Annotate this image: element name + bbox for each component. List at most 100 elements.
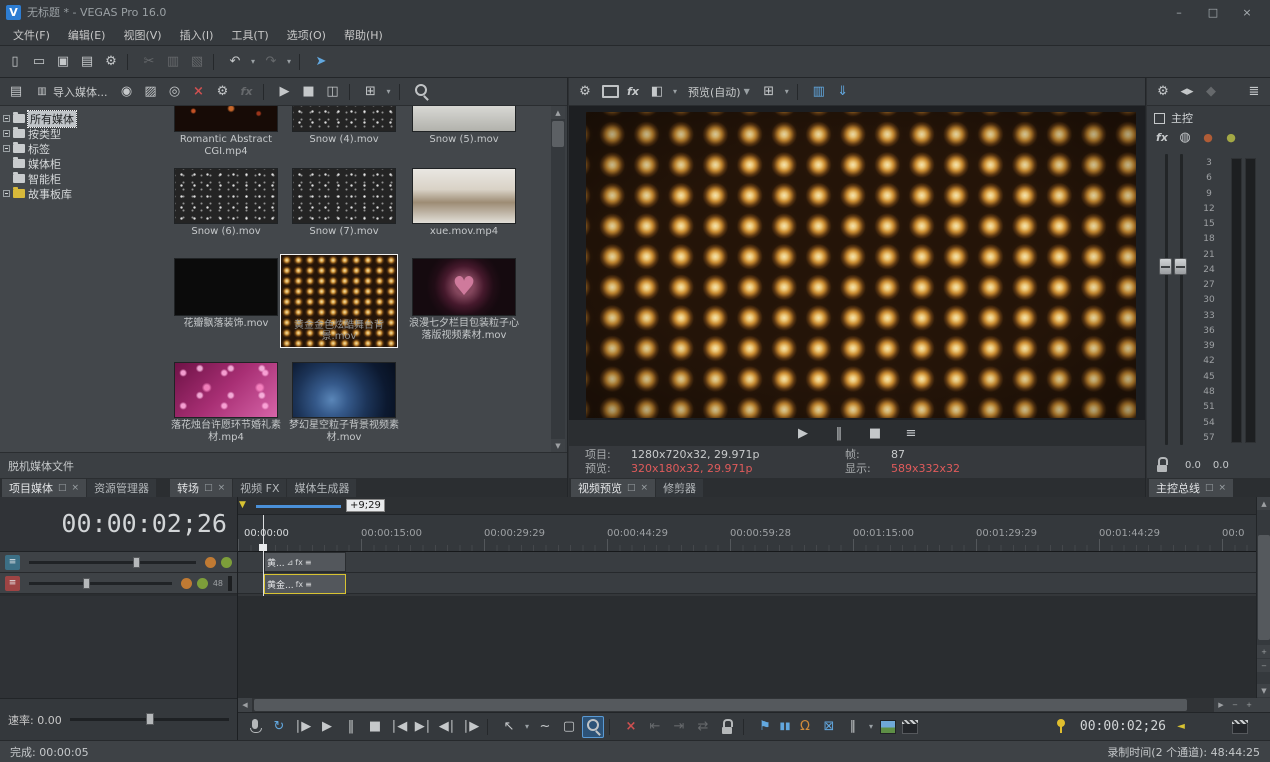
track-icon[interactable]: ≡ bbox=[5, 555, 20, 570]
transport-slip-trim[interactable]: ⇄ bbox=[692, 716, 714, 738]
menu-item[interactable]: 编辑(E) bbox=[59, 24, 115, 46]
menu-item[interactable]: 插入(I) bbox=[171, 24, 223, 46]
media-item[interactable]: xue.mov.mp4 bbox=[408, 168, 520, 238]
expand-icon[interactable] bbox=[3, 145, 10, 152]
track-lane-2[interactable] bbox=[238, 573, 1256, 594]
event-menu-icon[interactable]: ≡ bbox=[305, 558, 312, 567]
transport-go-to-end[interactable]: ▶∣ bbox=[412, 716, 434, 738]
transport-envelope-edit-tool[interactable]: ~ bbox=[534, 716, 556, 738]
playhead[interactable] bbox=[263, 515, 264, 596]
media-icon-extract-audio[interactable]: ◎ bbox=[164, 81, 186, 103]
transport-snapping-dropdown[interactable]: ▾ bbox=[866, 716, 876, 738]
transport-snapping[interactable]: ∥ bbox=[842, 716, 864, 738]
preview-transport-stop-button[interactable]: ■ bbox=[864, 422, 886, 444]
master-toolbar-icon-downmix-output[interactable]: ◂▸ bbox=[1176, 81, 1198, 103]
media-icon-remove-media[interactable]: × bbox=[188, 81, 210, 103]
timeline-hscrollbar[interactable]: ◀ ▶ − + bbox=[238, 698, 1256, 712]
tree-item[interactable]: 标签 bbox=[0, 141, 112, 156]
loop-marker-icon[interactable]: ▼ bbox=[239, 500, 246, 510]
scroll-up-icon[interactable]: ▲ bbox=[551, 106, 565, 119]
tab-transitions[interactable]: 转场 □ × bbox=[170, 479, 232, 497]
pan-crop-icon[interactable]: ⊿ bbox=[287, 558, 294, 567]
toolbar-icon-redo[interactable]: ↷ bbox=[260, 51, 282, 73]
zoom-out-icon[interactable]: − bbox=[1228, 698, 1242, 712]
track-icon[interactable]: ≡ bbox=[5, 576, 20, 591]
tab-float-icon[interactable]: □ bbox=[627, 483, 636, 493]
event-fx-icon[interactable]: fx bbox=[295, 558, 303, 567]
track-header-2[interactable]: ≡ 48 bbox=[0, 573, 237, 594]
zoom-in-icon[interactable]: + bbox=[1242, 698, 1256, 712]
slider-handle[interactable] bbox=[133, 557, 140, 568]
lock-icon[interactable] bbox=[1151, 454, 1173, 476]
cursor-time-display[interactable]: 00:00:02;26 bbox=[61, 509, 227, 538]
zoom-in-icon[interactable]: + bbox=[1257, 645, 1270, 658]
toolbar-icon-interactive-tutorials[interactable]: ➤ bbox=[310, 51, 332, 73]
media-icon-search-media[interactable] bbox=[410, 81, 432, 103]
transport-insert-command-marker[interactable]: Ω bbox=[794, 716, 816, 738]
expand-icon[interactable] bbox=[3, 190, 10, 197]
media-item[interactable]: Snow (6).mov bbox=[170, 168, 282, 238]
media-icon-media-properties[interactable]: ⚙ bbox=[212, 81, 234, 103]
transport-trim-event-end[interactable]: ⇥ bbox=[668, 716, 690, 738]
media-scrollbar[interactable]: ▲ ▼ bbox=[551, 106, 565, 452]
tab-master-bus[interactable]: 主控总线 □ × bbox=[1149, 479, 1233, 497]
master-toolbar-icon-master-properties[interactable]: ⚙ bbox=[1152, 81, 1174, 103]
toolbar-icon-open-project[interactable]: ▭ bbox=[28, 51, 50, 73]
preview-icon-save-snapshot[interactable]: ⇓ bbox=[832, 81, 854, 103]
transport-record[interactable] bbox=[244, 716, 266, 738]
transport-pause[interactable]: ‖ bbox=[340, 716, 362, 738]
toolbar-icon-new-project[interactable]: ▯ bbox=[4, 51, 26, 73]
media-icon-preview-stop[interactable]: ■ bbox=[298, 81, 320, 103]
tab-float-icon[interactable]: □ bbox=[204, 483, 213, 493]
preview-transport-pause-button[interactable]: ‖ bbox=[828, 422, 850, 444]
media-item[interactable]: 花瓣飘落装饰.mov bbox=[170, 258, 282, 330]
mute-button[interactable] bbox=[181, 578, 192, 589]
event-fx-icon[interactable]: fx bbox=[296, 580, 304, 589]
playhead-handle[interactable] bbox=[259, 544, 267, 551]
master-icon-master-solo[interactable]: ● bbox=[1220, 126, 1242, 148]
solo-button[interactable] bbox=[197, 578, 208, 589]
transport-edit-tool-dropdown[interactable]: ▾ bbox=[522, 716, 532, 738]
menu-item[interactable]: 帮助(H) bbox=[335, 24, 392, 46]
scene-icon[interactable] bbox=[1230, 716, 1250, 738]
media-icon-views-grid[interactable]: ⊞ bbox=[360, 81, 382, 103]
transport-time-display[interactable]: 00:00:02;26 bbox=[1080, 719, 1166, 734]
preview-icon-preview-properties[interactable]: ⚙ bbox=[574, 81, 596, 103]
transport-slate-view[interactable] bbox=[900, 716, 920, 738]
expand-icon[interactable] bbox=[3, 115, 10, 122]
toolbar-icon-paste[interactable]: ▧ bbox=[186, 51, 208, 73]
rate-slider[interactable] bbox=[70, 718, 229, 721]
transport-selection-edit-tool[interactable]: ▢ bbox=[558, 716, 580, 738]
transport-zoom-edit-tool[interactable] bbox=[582, 716, 604, 738]
menu-item[interactable]: 选项(O) bbox=[278, 24, 335, 46]
toolbar-icon-redo-dropdown[interactable]: ▾ bbox=[284, 51, 294, 73]
transport-stop[interactable]: ■ bbox=[364, 716, 386, 738]
menu-item[interactable]: 工具(T) bbox=[222, 24, 277, 46]
tab-close-icon[interactable]: × bbox=[72, 483, 80, 493]
track-header-1[interactable]: ≡ bbox=[0, 552, 237, 573]
transport-event-thumbnails[interactable] bbox=[878, 716, 898, 738]
marker-bar[interactable]: ▼ +9;29 bbox=[238, 497, 1256, 515]
scrollbar-thumb[interactable] bbox=[1258, 535, 1270, 640]
scroll-down-icon[interactable]: ▼ bbox=[1257, 684, 1270, 697]
media-item[interactable]: Romantic Abstract CGI.mp4 bbox=[170, 106, 282, 158]
transport-insert-region[interactable]: ▮▮ bbox=[778, 716, 792, 738]
time-ruler[interactable]: 00:00:00 00:00:15:00 00:00:29:29 00:00:4… bbox=[238, 515, 1256, 552]
transport-trim-event-start[interactable]: ⇤ bbox=[644, 716, 666, 738]
tree-item[interactable]: 所有媒体 bbox=[0, 111, 112, 126]
transport-play-from-start[interactable]: ∣▶ bbox=[292, 716, 314, 738]
media-icon-views-dropdown[interactable]: ▾ bbox=[384, 81, 394, 103]
timeline-tracks[interactable]: 黄... ⊿ fx ≡ 黄金... fx ≡ bbox=[238, 552, 1256, 596]
toolbar-icon-undo[interactable]: ↶ bbox=[224, 51, 246, 73]
tab-media-generators[interactable]: 媒体生成器 bbox=[287, 479, 356, 497]
master-icon-master-fx[interactable]: fx bbox=[1151, 126, 1173, 148]
track-volume-slider[interactable] bbox=[29, 582, 172, 585]
tab-close-icon[interactable]: × bbox=[641, 483, 649, 493]
window-button-close[interactable]: × bbox=[1230, 1, 1264, 23]
mute-button[interactable] bbox=[205, 557, 216, 568]
preview-icon-split-screen-dropdown[interactable]: ▾ bbox=[670, 81, 680, 103]
media-item[interactable]: Snow (7).mov bbox=[288, 168, 400, 238]
toolbar-icon-cut[interactable]: ✂ bbox=[138, 51, 160, 73]
event-menu-icon[interactable]: ≡ bbox=[305, 580, 312, 589]
tree-item[interactable]: 媒体柜 bbox=[0, 156, 112, 171]
